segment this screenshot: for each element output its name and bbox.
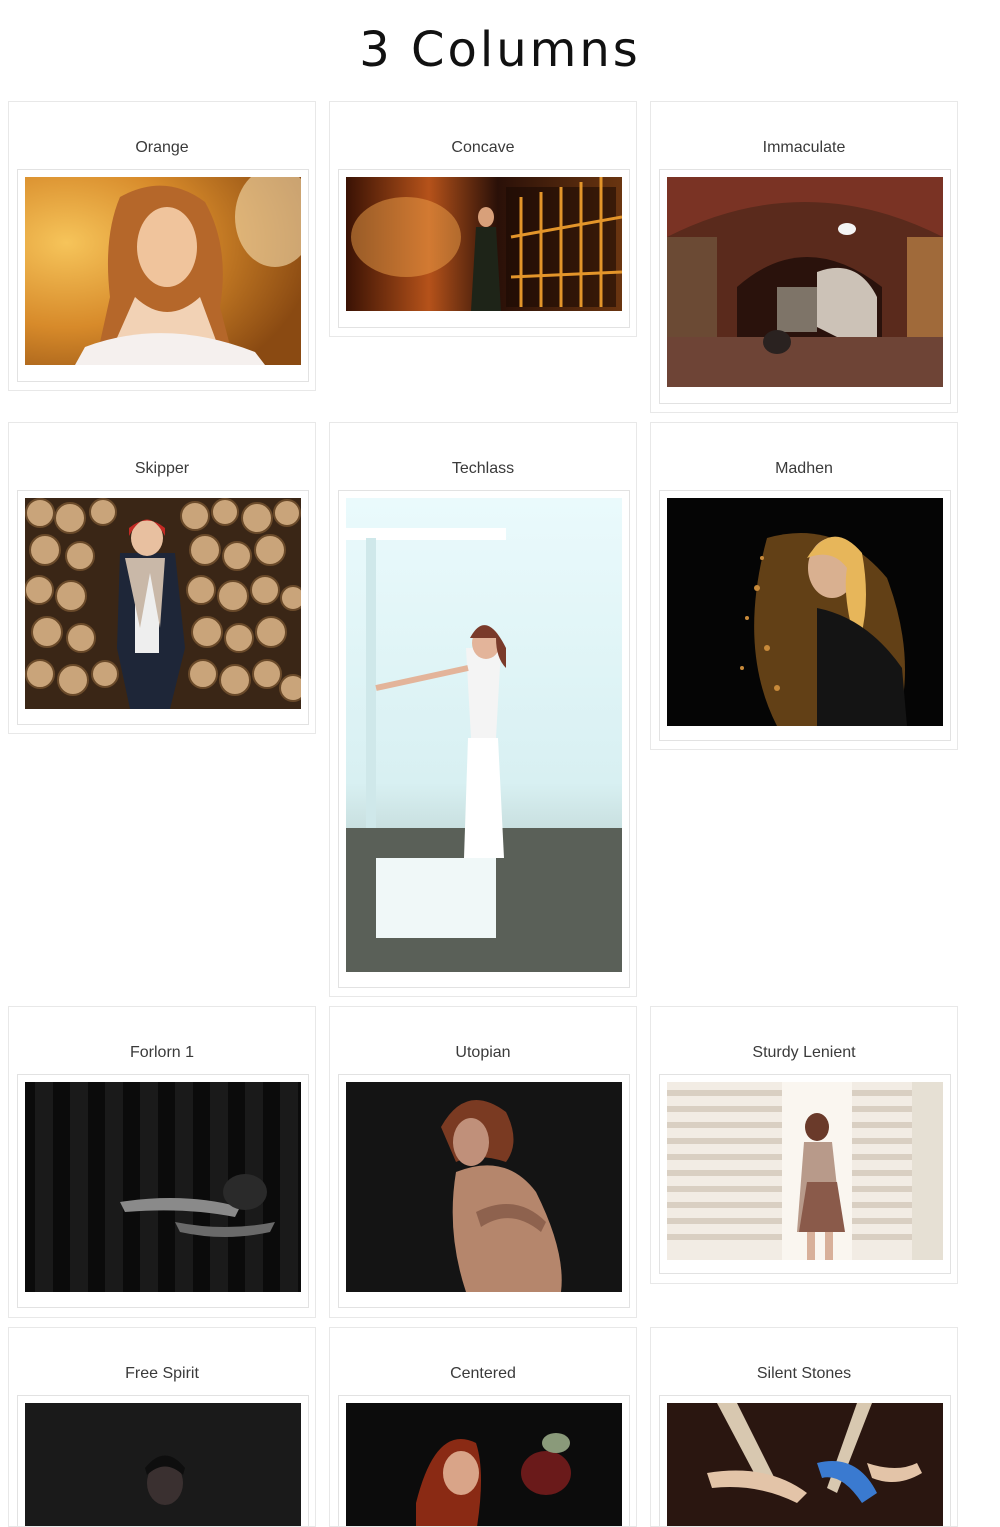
card-title: Orange <box>135 139 189 156</box>
card-title: Centered <box>450 1365 516 1382</box>
image-frame <box>17 1395 309 1526</box>
woman-golden-light-photo[interactable] <box>25 177 301 365</box>
woman-in-corridor-photo[interactable] <box>346 177 622 311</box>
gallery-card-forlorn-1[interactable]: Forlorn 1 <box>8 1006 316 1318</box>
image-frame <box>17 490 309 725</box>
page-title: 3 Columns <box>359 22 641 78</box>
image-frame <box>659 1395 951 1526</box>
woman-dark-portrait-photo[interactable] <box>346 1082 622 1292</box>
gallery-card-techlass[interactable]: Techlass <box>329 422 637 997</box>
card-title: Silent Stones <box>756 1365 852 1382</box>
card-title: Utopian <box>455 1044 511 1061</box>
gallery-card-sturdy-lenient[interactable]: Sturdy Lenient <box>650 1006 958 1284</box>
woman-window-blinds-photo[interactable] <box>667 1082 943 1260</box>
card-title: Techlass <box>451 460 515 477</box>
image-frame <box>659 1074 951 1274</box>
woman-gold-dust-photo[interactable] <box>667 498 943 726</box>
image-frame <box>338 490 630 988</box>
gallery-card-orange[interactable]: Orange <box>8 101 316 391</box>
image-frame <box>338 1395 630 1526</box>
image-frame <box>17 169 309 382</box>
gallery-card-madhen[interactable]: Madhen <box>650 422 958 750</box>
card-title: Sturdy Lenient <box>752 1044 856 1061</box>
card-title: Skipper <box>134 460 190 477</box>
image-frame <box>659 490 951 741</box>
card-title: Free Spirit <box>125 1365 199 1382</box>
woman-by-woodpile-photo[interactable] <box>25 498 301 709</box>
man-dark-portrait-photo[interactable] <box>25 1403 301 1526</box>
gallery-card-centered[interactable]: Centered <box>329 1327 637 1527</box>
figure-dark-wall-photo[interactable] <box>25 1082 301 1292</box>
image-frame <box>659 169 951 404</box>
gallery-card-skipper[interactable]: Skipper <box>8 422 316 734</box>
image-frame <box>17 1074 309 1308</box>
image-frame <box>338 169 630 328</box>
card-title: Immaculate <box>762 139 846 156</box>
brick-archway-photo[interactable] <box>667 177 943 387</box>
gallery-card-free-spirit[interactable]: Free Spirit <box>8 1327 316 1527</box>
card-title: Madhen <box>775 460 833 477</box>
card-title: Concave <box>451 139 515 156</box>
gallery-card-utopian[interactable]: Utopian <box>329 1006 637 1318</box>
image-frame <box>338 1074 630 1308</box>
gallery-card-immaculate[interactable]: Immaculate <box>650 101 958 413</box>
gallery-card-concave[interactable]: Concave <box>329 101 637 337</box>
woman-white-outfit-photo[interactable] <box>346 498 622 972</box>
redhead-dark-photo[interactable] <box>346 1403 622 1526</box>
gallery-card-silent-stones[interactable]: Silent Stones <box>650 1327 958 1527</box>
aerial-silks-photo[interactable] <box>667 1403 943 1526</box>
card-title: Forlorn 1 <box>129 1044 195 1061</box>
